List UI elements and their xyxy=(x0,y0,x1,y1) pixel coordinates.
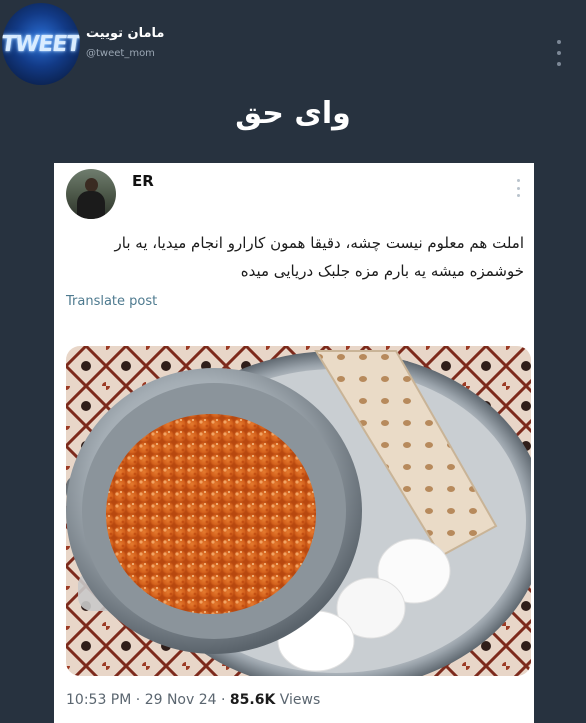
views-label: Views xyxy=(279,692,321,708)
translate-post-link[interactable]: Translate post xyxy=(66,294,157,309)
menu-dot xyxy=(557,62,561,66)
avatar-body xyxy=(77,191,105,219)
tweet-photo[interactable] xyxy=(66,346,531,676)
menu-dot xyxy=(557,40,561,44)
post-caption: وای حق xyxy=(235,96,351,131)
tweet-author-name[interactable]: ER xyxy=(132,172,154,190)
tweet-date: 29 Nov 24 xyxy=(144,692,217,708)
channel-logo-text: TWEET xyxy=(2,31,80,57)
meta-separator: · xyxy=(135,692,141,708)
tweet-author-avatar[interactable] xyxy=(66,169,116,219)
more-dot xyxy=(517,186,520,190)
views-count: 85.6K xyxy=(229,692,276,708)
meta-separator: · xyxy=(221,692,226,708)
omelette-photo-icon xyxy=(66,346,531,676)
tweet-card: ER املت هم معلوم نیست چشه، دقیقا همون کا… xyxy=(54,163,534,723)
more-options-icon[interactable] xyxy=(556,40,562,66)
more-dot xyxy=(517,179,520,182)
tweet-time: 10:53 PM xyxy=(66,692,132,708)
channel-handle[interactable]: @tweet_mom xyxy=(86,48,155,59)
channel-avatar[interactable]: TWEET xyxy=(2,3,80,85)
tweet-more-icon[interactable] xyxy=(517,179,521,197)
avatar-head xyxy=(85,178,98,192)
tweet-text: املت هم معلوم نیست چشه، دقیقا همون کارار… xyxy=(114,234,524,280)
channel-header: TWEET مامان توییت @tweet_mom xyxy=(0,0,586,90)
channel-name[interactable]: مامان توییت xyxy=(86,26,164,41)
menu-dot xyxy=(557,51,561,55)
tweet-meta: 10:53 PM · 29 Nov 24 · 85.6K Views xyxy=(66,692,320,708)
more-dot xyxy=(517,194,520,197)
